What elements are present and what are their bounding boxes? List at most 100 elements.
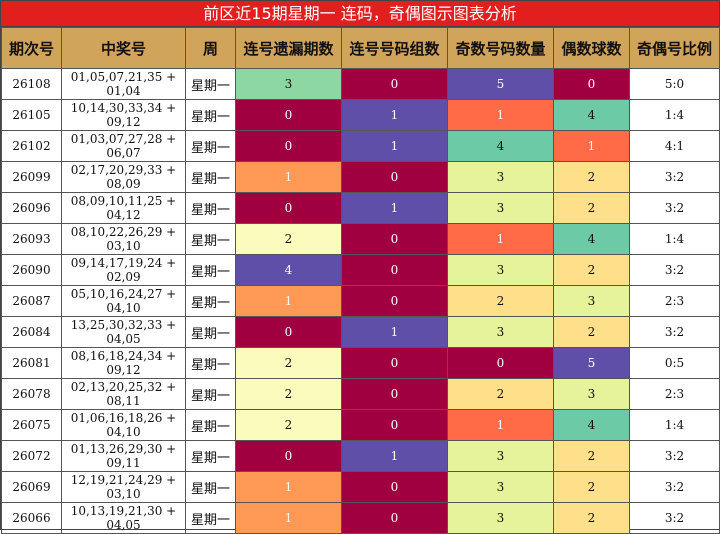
table-row: 26087 05,10,16,24,27 + 04,10 星期一 1 0 2 3 2:3 [1, 285, 720, 317]
cell-issue: 26099 [1, 161, 62, 193]
table-row: 26066 10,13,19,21,30 + 04,05 星期一 1 0 3 2 3:2 [1, 502, 720, 534]
cell-ratio: 3:2 [629, 440, 720, 472]
cell-issue: 26105 [1, 99, 62, 131]
cell-issue: 26078 [1, 378, 62, 410]
cell-week: 星期一 [185, 347, 236, 379]
cell-ratio: 3:2 [629, 161, 720, 193]
table-row: 26099 02,17,20,29,33 + 08,09 星期一 1 0 3 2 3:2 [1, 161, 720, 193]
table-row: 26102 01,03,07,27,28 + 06,07 星期一 0 1 4 1 4:1 [1, 130, 720, 162]
cell-groups: 1 [341, 316, 448, 348]
header-even: 偶数球数 [553, 27, 630, 69]
cell-numbers: 02,17,20,29,33 + 08,09 [61, 161, 186, 193]
table-row: 26075 01,06,16,18,26 + 04,10 星期一 2 0 1 4 1:4 [1, 409, 720, 441]
cell-miss: 2 [235, 347, 342, 379]
cell-week: 星期一 [185, 440, 236, 472]
table-row: 26084 13,25,30,32,33 + 04,05 星期一 0 1 3 2 3:2 [1, 316, 720, 348]
cell-numbers: 10,13,19,21,30 + 04,05 [61, 502, 186, 534]
table-row: 26090 09,14,17,19,24 + 02,09 星期一 4 0 3 2 3:2 [1, 254, 720, 286]
cell-odd: 1 [447, 223, 554, 255]
cell-ratio: 4:1 [629, 130, 720, 162]
cell-even: 2 [553, 192, 630, 224]
cell-miss: 0 [235, 440, 342, 472]
cell-miss: 0 [235, 316, 342, 348]
cell-miss: 2 [235, 409, 342, 441]
cell-groups: 0 [341, 161, 448, 193]
cell-even: 3 [553, 285, 630, 317]
cell-numbers: 08,16,18,24,34 + 09,12 [61, 347, 186, 379]
cell-numbers: 02,13,20,25,32 + 08,11 [61, 378, 186, 410]
cell-even: 2 [553, 316, 630, 348]
cell-numbers: 05,10,16,24,27 + 04,10 [61, 285, 186, 317]
table-row: 26072 01,13,26,29,30 + 09,11 星期一 0 1 3 2 3:2 [1, 440, 720, 472]
cell-odd: 0 [447, 347, 554, 379]
cell-week: 星期一 [185, 409, 236, 441]
cell-numbers: 08,10,22,26,29 + 03,10 [61, 223, 186, 255]
cell-numbers: 10,14,30,33,34 + 09,12 [61, 99, 186, 131]
cell-even: 2 [553, 161, 630, 193]
cell-ratio: 2:3 [629, 378, 720, 410]
cell-issue: 26081 [1, 347, 62, 379]
cell-even: 4 [553, 99, 630, 131]
cell-week: 星期一 [185, 161, 236, 193]
cell-odd: 1 [447, 99, 554, 131]
cell-issue: 26069 [1, 471, 62, 503]
cell-miss: 0 [235, 192, 342, 224]
header-row: 期次号 中奖号 周 连号遗漏期数 连号号码组数 奇数号码数量 偶数球数 奇偶号比… [1, 27, 720, 69]
cell-week: 星期一 [185, 285, 236, 317]
header-issue: 期次号 [1, 27, 62, 69]
table-row: 26105 10,14,30,33,34 + 09,12 星期一 0 1 1 4 1:4 [1, 99, 720, 131]
header-week: 周 [185, 27, 236, 69]
cell-numbers: 12,19,21,24,29 + 03,10 [61, 471, 186, 503]
cell-miss: 1 [235, 471, 342, 503]
cell-ratio: 3:2 [629, 254, 720, 286]
cell-ratio: 2:3 [629, 285, 720, 317]
cell-miss: 2 [235, 223, 342, 255]
table-row: 26096 08,09,10,11,25 + 04,12 星期一 0 1 3 2 3:2 [1, 192, 720, 224]
cell-groups: 1 [341, 130, 448, 162]
cell-ratio: 3:2 [629, 471, 720, 503]
cell-ratio: 1:4 [629, 409, 720, 441]
cell-issue: 26087 [1, 285, 62, 317]
cell-even: 4 [553, 409, 630, 441]
cell-numbers: 08,09,10,11,25 + 04,12 [61, 192, 186, 224]
header-numbers: 中奖号 [61, 27, 186, 69]
cell-week: 星期一 [185, 68, 236, 100]
cell-issue: 26072 [1, 440, 62, 472]
cell-miss: 1 [235, 285, 342, 317]
cell-numbers: 01,06,16,18,26 + 04,10 [61, 409, 186, 441]
cell-miss: 0 [235, 99, 342, 131]
cell-groups: 0 [341, 409, 448, 441]
cell-odd: 3 [447, 161, 554, 193]
cell-numbers: 01,03,07,27,28 + 06,07 [61, 130, 186, 162]
cell-even: 5 [553, 347, 630, 379]
cell-even: 3 [553, 378, 630, 410]
cell-miss: 2 [235, 378, 342, 410]
cell-ratio: 5:0 [629, 68, 720, 100]
cell-issue: 26093 [1, 223, 62, 255]
cell-miss: 1 [235, 502, 342, 534]
table-row: 26078 02,13,20,25,32 + 08,11 星期一 2 0 2 3 2:3 [1, 378, 720, 410]
cell-miss: 3 [235, 68, 342, 100]
cell-odd: 2 [447, 378, 554, 410]
table-row: 26093 08,10,22,26,29 + 03,10 星期一 2 0 1 4 1:4 [1, 223, 720, 255]
cell-groups: 0 [341, 223, 448, 255]
cell-numbers: 01,05,07,21,35 + 01,04 [61, 68, 186, 100]
cell-even: 2 [553, 471, 630, 503]
cell-groups: 0 [341, 68, 448, 100]
cell-ratio: 1:4 [629, 223, 720, 255]
cell-week: 星期一 [185, 378, 236, 410]
cell-ratio: 3:2 [629, 316, 720, 348]
cell-groups: 1 [341, 192, 448, 224]
cell-even: 2 [553, 254, 630, 286]
cell-miss: 4 [235, 254, 342, 286]
cell-odd: 3 [447, 192, 554, 224]
chart-panel: 前区近15期星期一 连码，奇偶图示图表分析 期次号 中奖号 周 连号遗漏期数 连… [0, 0, 720, 534]
cell-odd: 3 [447, 316, 554, 348]
cell-odd: 4 [447, 130, 554, 162]
cell-week: 星期一 [185, 130, 236, 162]
cell-week: 星期一 [185, 223, 236, 255]
cell-even: 2 [553, 440, 630, 472]
cell-ratio: 3:2 [629, 192, 720, 224]
cell-groups: 0 [341, 254, 448, 286]
cell-groups: 0 [341, 502, 448, 534]
